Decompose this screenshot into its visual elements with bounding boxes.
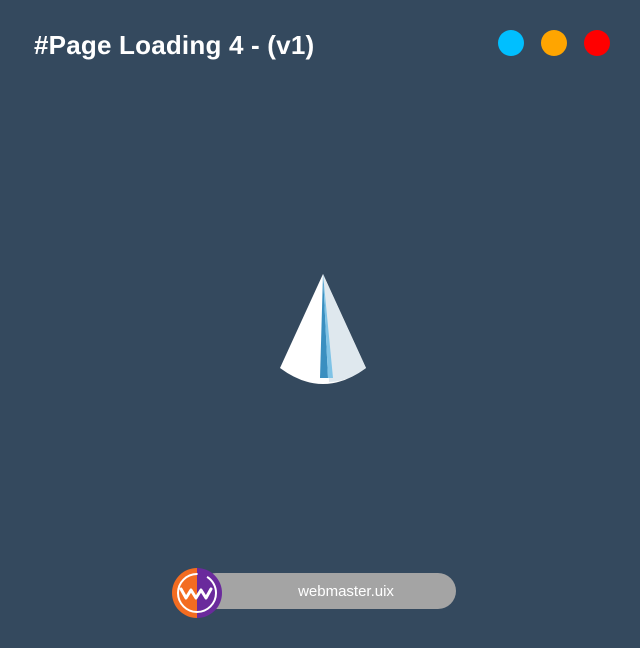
- cone-loader-icon: [280, 274, 366, 384]
- page-title: #Page Loading 4 - (v1): [34, 30, 315, 60]
- color-dots: [498, 30, 610, 56]
- credit-text: webmaster.uix: [298, 582, 394, 600]
- red-dot[interactable]: [584, 30, 610, 56]
- orange-dot[interactable]: [541, 30, 567, 56]
- credit-pill[interactable]: webmaster.uix: [198, 573, 456, 609]
- blue-dot[interactable]: [498, 30, 524, 56]
- cone-loader: [277, 272, 369, 394]
- credit-badge[interactable]: webmaster.uix: [172, 568, 458, 618]
- wm-logo-icon: [172, 568, 222, 618]
- page: #Page Loading 4 - (v1) webmaster.uix: [0, 0, 640, 648]
